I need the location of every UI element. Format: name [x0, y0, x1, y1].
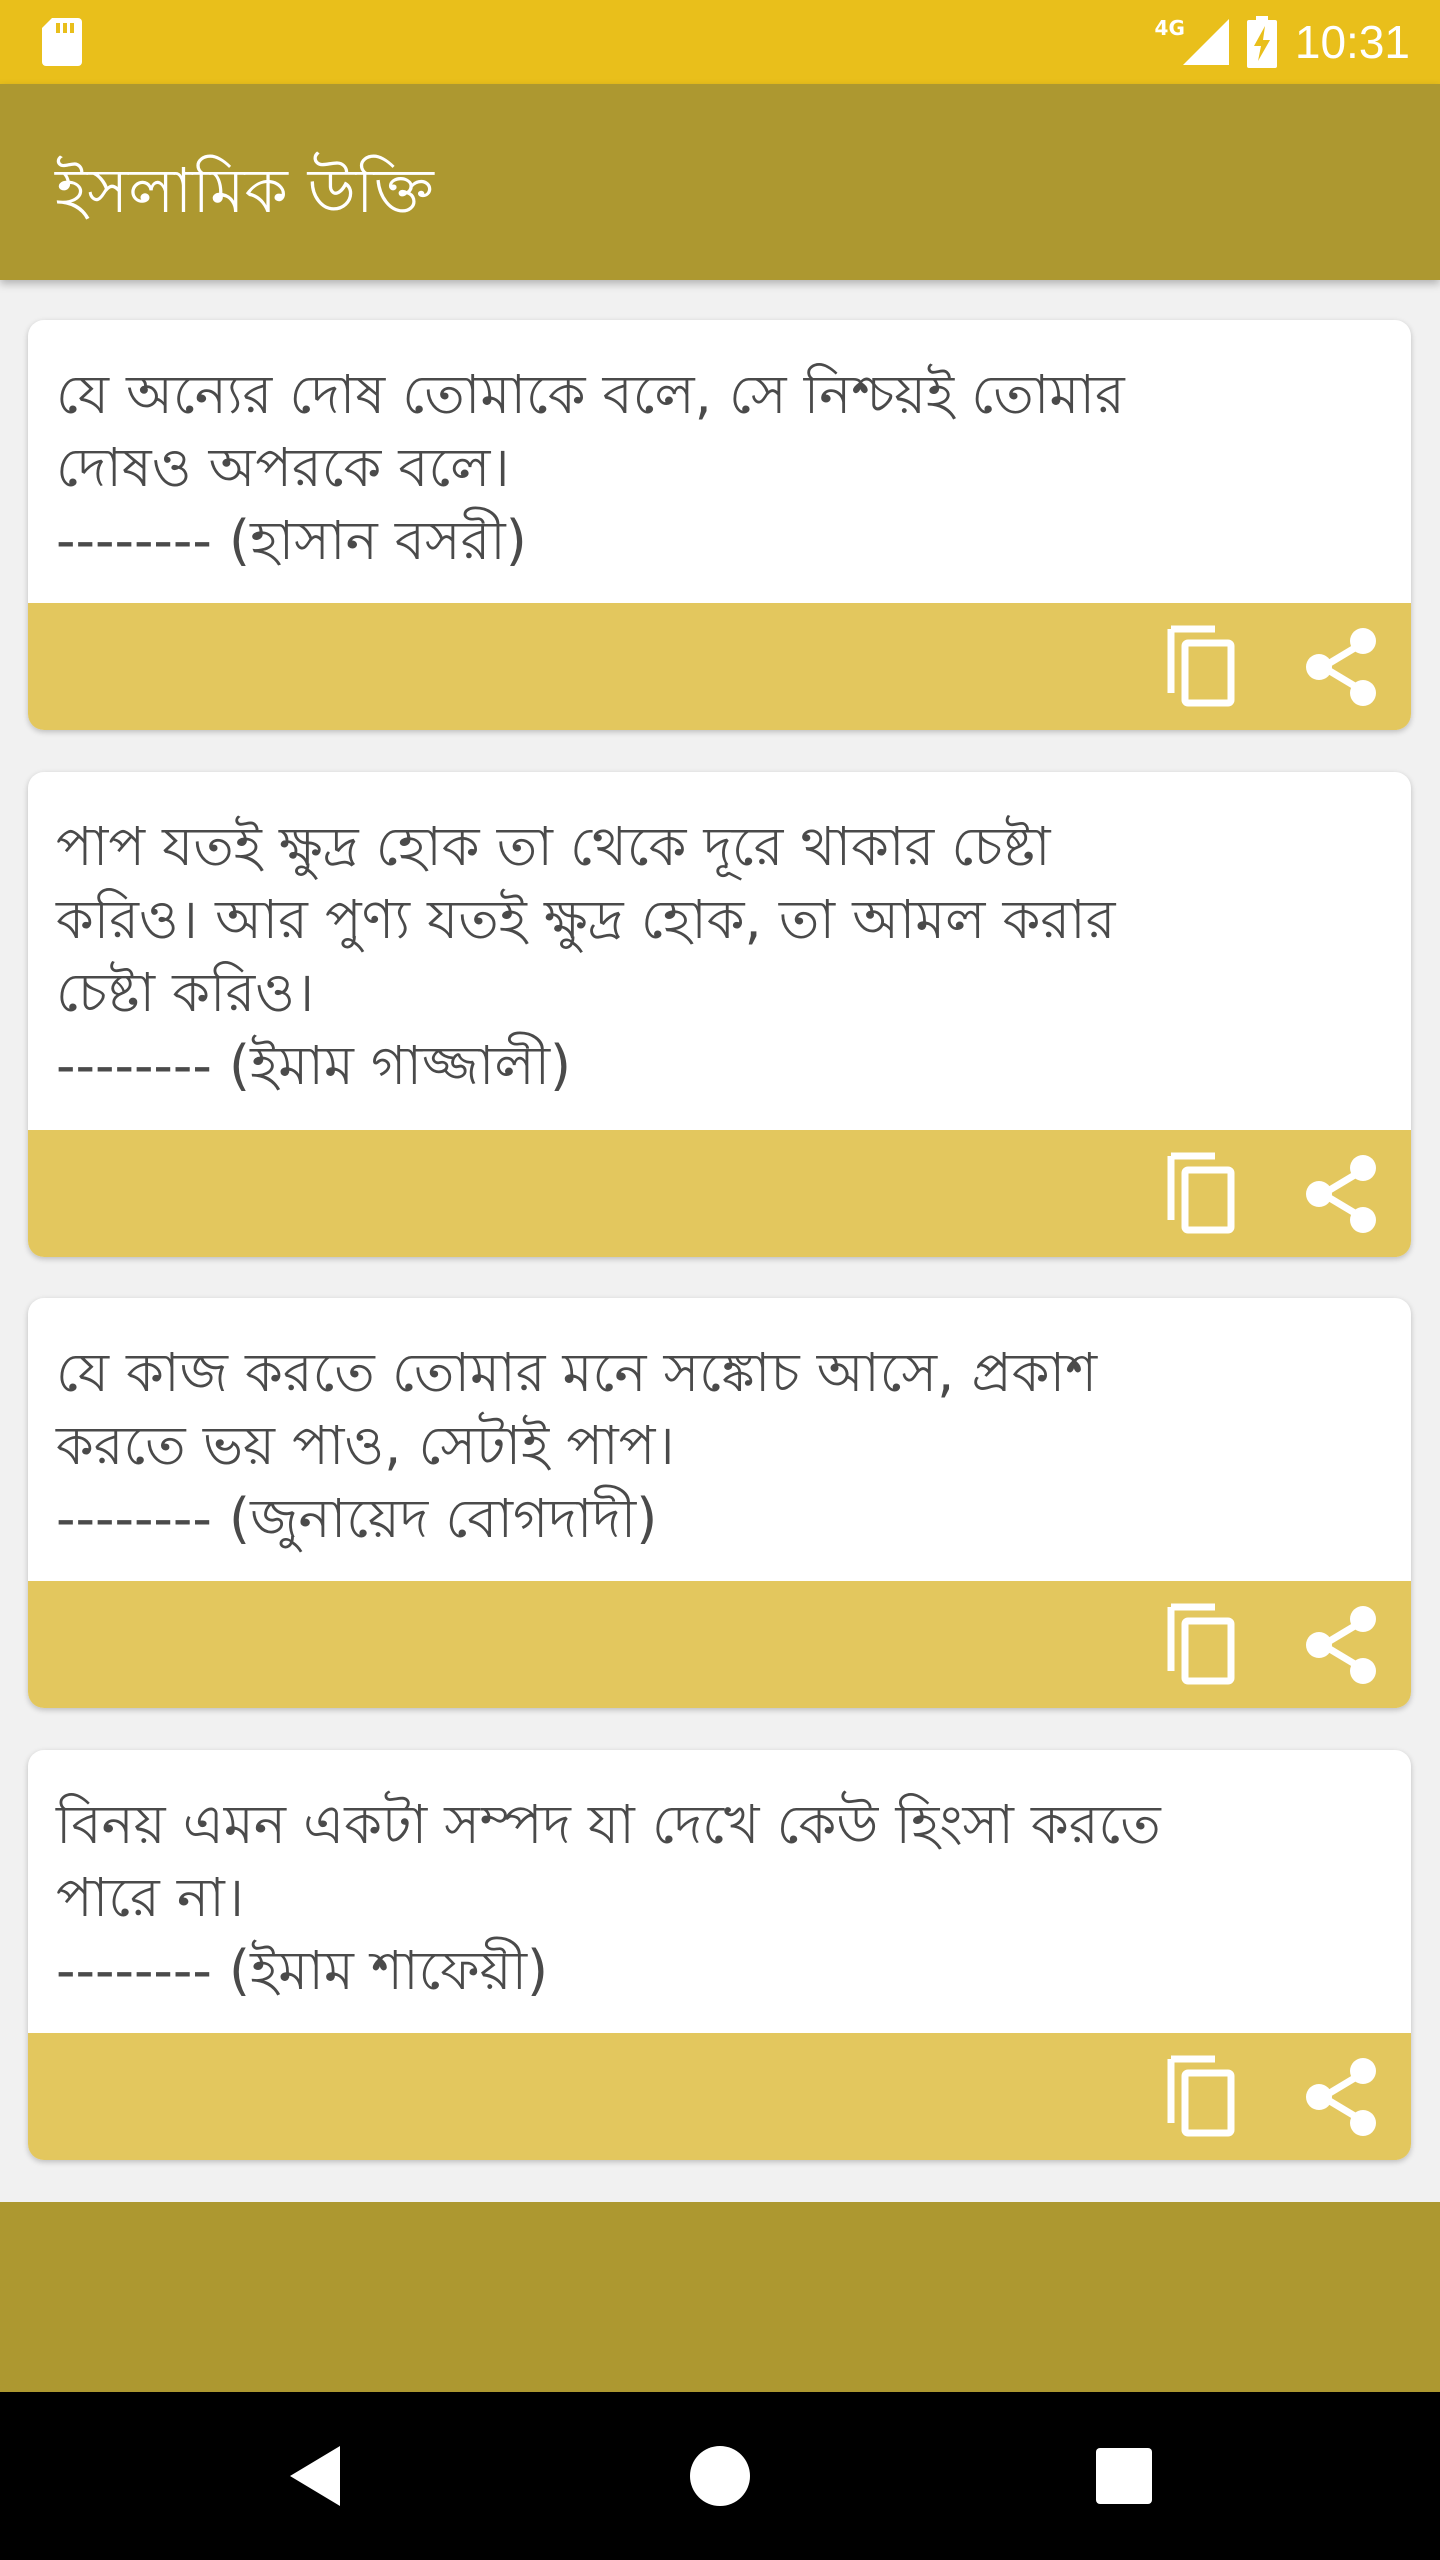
recents-icon[interactable]	[1082, 2434, 1166, 2518]
share-icon[interactable]	[1293, 1597, 1389, 1693]
quote-card: পাপ যতই ক্ষুদ্র হোক তা থেকে দূরে থাকার চ…	[28, 772, 1411, 1257]
status-time: 10:31	[1294, 16, 1410, 68]
back-icon[interactable]	[274, 2434, 358, 2518]
share-icon[interactable]	[1293, 2049, 1389, 2145]
copy-icon[interactable]	[1153, 1146, 1249, 1242]
signal-icon	[1182, 19, 1229, 65]
share-icon[interactable]	[1293, 619, 1389, 715]
bottom-banner	[0, 2202, 1440, 2392]
quote-text: বিনয় এমন একটা সম্পদ যা দেখে কেউ হিংসা ক…	[56, 1793, 1161, 2002]
page-title: ইসলামিক উক্তি	[55, 154, 434, 227]
navigation-bar	[0, 2392, 1440, 2560]
home-icon[interactable]	[678, 2434, 762, 2518]
sd-card-icon	[42, 18, 82, 66]
card-action-bar	[28, 1581, 1411, 1708]
network-type-label: 4G	[1154, 16, 1185, 40]
quote-text: পাপ যতই ক্ষুদ্র হোক তা থেকে দূরে থাকার চ…	[56, 815, 1116, 1097]
quote-text: যে অন্যের দোষ তোমাকে বলে, সে নিশ্চয়ই তো…	[56, 363, 1125, 572]
quote-text: যে কাজ করতে তোমার মনে সঙ্কোচ আসে, প্রকাশ…	[56, 1341, 1098, 1550]
quote-card: যে অন্যের দোষ তোমাকে বলে, সে নিশ্চয়ই তো…	[28, 320, 1411, 730]
copy-icon[interactable]	[1153, 619, 1249, 715]
battery-charging-icon	[1246, 16, 1277, 68]
copy-icon[interactable]	[1153, 1597, 1249, 1693]
share-icon[interactable]	[1293, 1146, 1389, 1242]
copy-icon[interactable]	[1153, 2049, 1249, 2145]
quote-card: বিনয় এমন একটা সম্পদ যা দেখে কেউ হিংসা ক…	[28, 1750, 1411, 2160]
card-action-bar	[28, 603, 1411, 730]
card-action-bar	[28, 2033, 1411, 2160]
app-bar: ইসলামিক উক্তি	[0, 84, 1440, 280]
card-action-bar	[28, 1130, 1411, 1257]
status-bar: 4G 10:31	[0, 0, 1440, 84]
quote-card: যে কাজ করতে তোমার মনে সঙ্কোচ আসে, প্রকাশ…	[28, 1298, 1411, 1708]
